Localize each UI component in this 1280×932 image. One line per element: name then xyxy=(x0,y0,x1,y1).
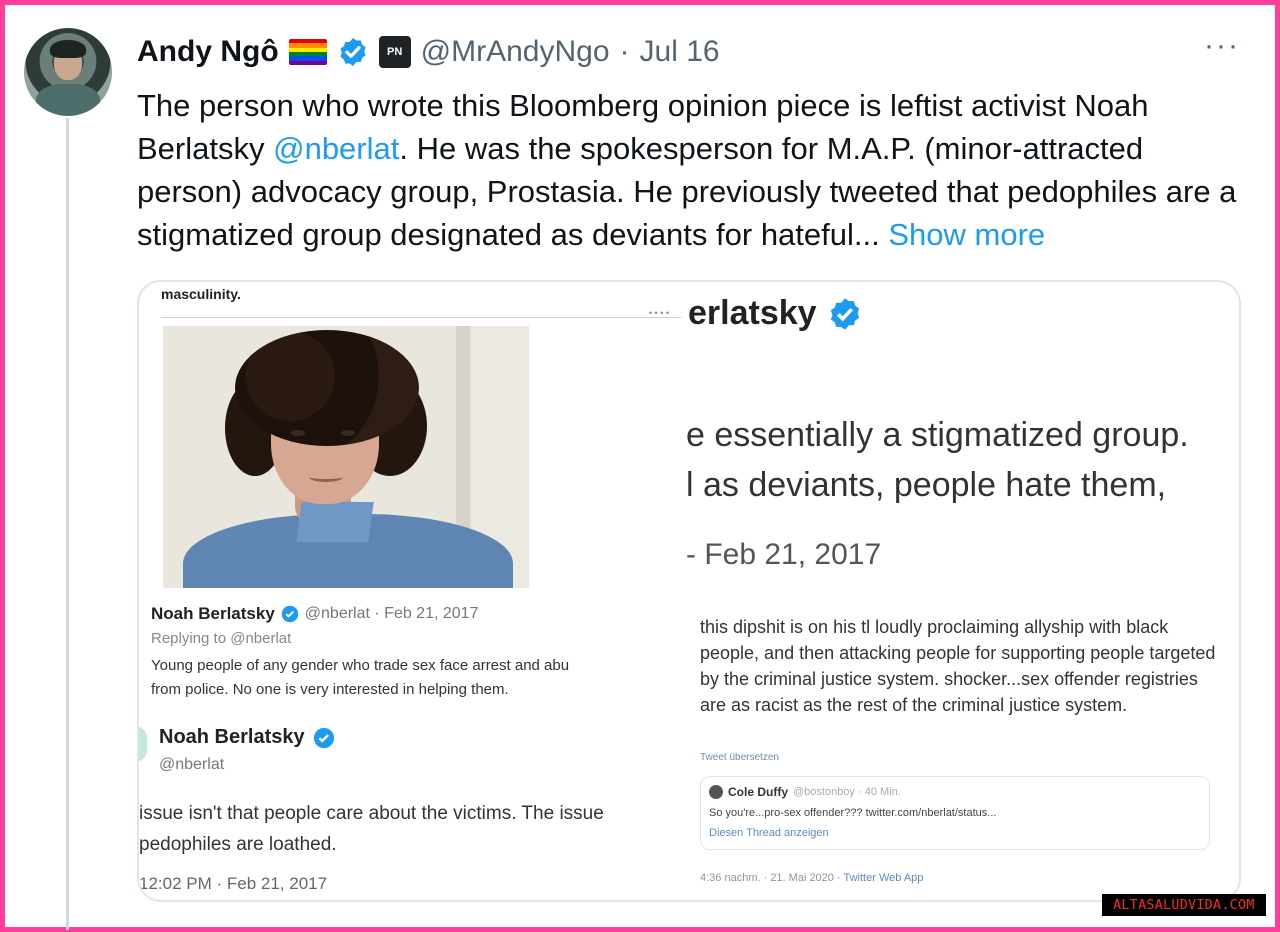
site-watermark: ALTASALUDVIDA.COM xyxy=(1102,894,1266,916)
article-header-word: masculinity. xyxy=(161,286,241,302)
big-tweet-time: 12:02 PM · Feb 21, 2017 xyxy=(139,874,328,893)
media-card[interactable]: masculinity. • • • • Noah Berlatsky @nbe… xyxy=(137,280,1241,902)
reply-footer-meta: 4:36 nachm. · 21. Mai 2020 · Twitter Web… xyxy=(700,872,923,884)
thread-line xyxy=(66,118,69,930)
verified-icon xyxy=(340,38,366,66)
big-tweet-line2: pedophiles are loathed. xyxy=(139,834,337,855)
portrait-photo xyxy=(163,326,529,588)
big-tweet-handle: @nberlat xyxy=(159,756,225,773)
show-thread-link[interactable]: Diesen Thread anzeigen xyxy=(709,827,829,839)
quoted-meta: @bostonboy · 40 Min. xyxy=(793,786,901,798)
zoom-line-2: l as deviants, people hate them, xyxy=(686,466,1167,504)
mini-tweet-handle-date: @nberlat · Feb 21, 2017 xyxy=(304,605,479,622)
quoted-avatar xyxy=(709,785,723,799)
big-tweet-name: Noah Berlatsky xyxy=(159,726,305,748)
mini-tweet-text: Young people of any gender who trade sex… xyxy=(151,654,691,702)
replying-to: Replying to @nberlat xyxy=(151,630,292,647)
rainbow-flag-icon xyxy=(288,39,327,65)
zoom-name-text: erlatsky xyxy=(688,294,817,332)
big-tweet-text: issue isn't that people care about the v… xyxy=(139,798,694,860)
author-avatar[interactable] xyxy=(24,28,112,116)
tweet-date[interactable]: Jul 16 xyxy=(640,35,720,69)
tweet-header: Andy Ngô PN @MrAndyNgo · Jul 16 xyxy=(137,30,720,74)
reply-tweet-text: this dipshit is on his tl loudly proclai… xyxy=(700,617,1216,715)
header-separator: · xyxy=(619,35,630,68)
big-tweet-line1: issue isn't that people care about the v… xyxy=(139,803,604,824)
affiliate-badge-icon[interactable]: PN xyxy=(378,36,411,68)
zoom-time: - Feb 21, 2017 xyxy=(686,538,882,571)
quoted-tweet-header: Cole Duffy @bostonboy · 40 Min. xyxy=(709,785,901,799)
avatar-edge xyxy=(139,726,147,762)
tweet-text: The person who wrote this Bloomberg opin… xyxy=(137,84,1247,256)
footer-app-link[interactable]: Twitter Web App xyxy=(844,872,924,884)
big-tweet-header: Noah Berlatsky xyxy=(159,726,335,749)
author-name[interactable]: Andy Ngô xyxy=(137,35,279,69)
zoom-name: erlatsky xyxy=(688,294,863,333)
share-dots: • • • • xyxy=(648,308,669,318)
quoted-name: Cole Duffy xyxy=(728,785,788,799)
article-topbar: • • • • xyxy=(161,308,681,318)
footer-time: 4:36 nachm. · 21. Mai 2020 · xyxy=(700,872,844,884)
quoted-tweet[interactable]: Cole Duffy @bostonboy · 40 Min. So you'r… xyxy=(700,776,1210,850)
quoted-body: So you're...pro-sex offender??? twitter.… xyxy=(709,807,997,819)
verified-icon xyxy=(830,297,859,330)
mini-tweet-line2: from police. No one is very interested i… xyxy=(151,681,509,698)
media-left-screenshot[interactable]: masculinity. • • • • Noah Berlatsky @nbe… xyxy=(139,282,694,900)
show-more-link[interactable]: Show more xyxy=(888,217,1045,252)
mini-tweet-name: Noah Berlatsky xyxy=(151,604,275,623)
translate-link[interactable]: Tweet übersetzen xyxy=(700,752,779,763)
mention-link[interactable]: @nberlat xyxy=(273,131,399,166)
mini-tweet-header: Noah Berlatsky @nberlat · Feb 21, 2017 xyxy=(151,604,478,624)
zoom-line-1: e essentially a stigmatized group. xyxy=(686,416,1189,454)
media-right-screenshot[interactable]: erlatsky e essentially a stigmatized gro… xyxy=(686,282,1239,900)
mini-tweet-line1: Young people of any gender who trade sex… xyxy=(151,657,570,674)
verified-icon xyxy=(313,727,334,748)
verified-icon xyxy=(281,605,299,623)
author-handle[interactable]: @MrAndyNgo xyxy=(421,35,610,69)
more-options-icon[interactable]: ··· xyxy=(1204,31,1240,61)
